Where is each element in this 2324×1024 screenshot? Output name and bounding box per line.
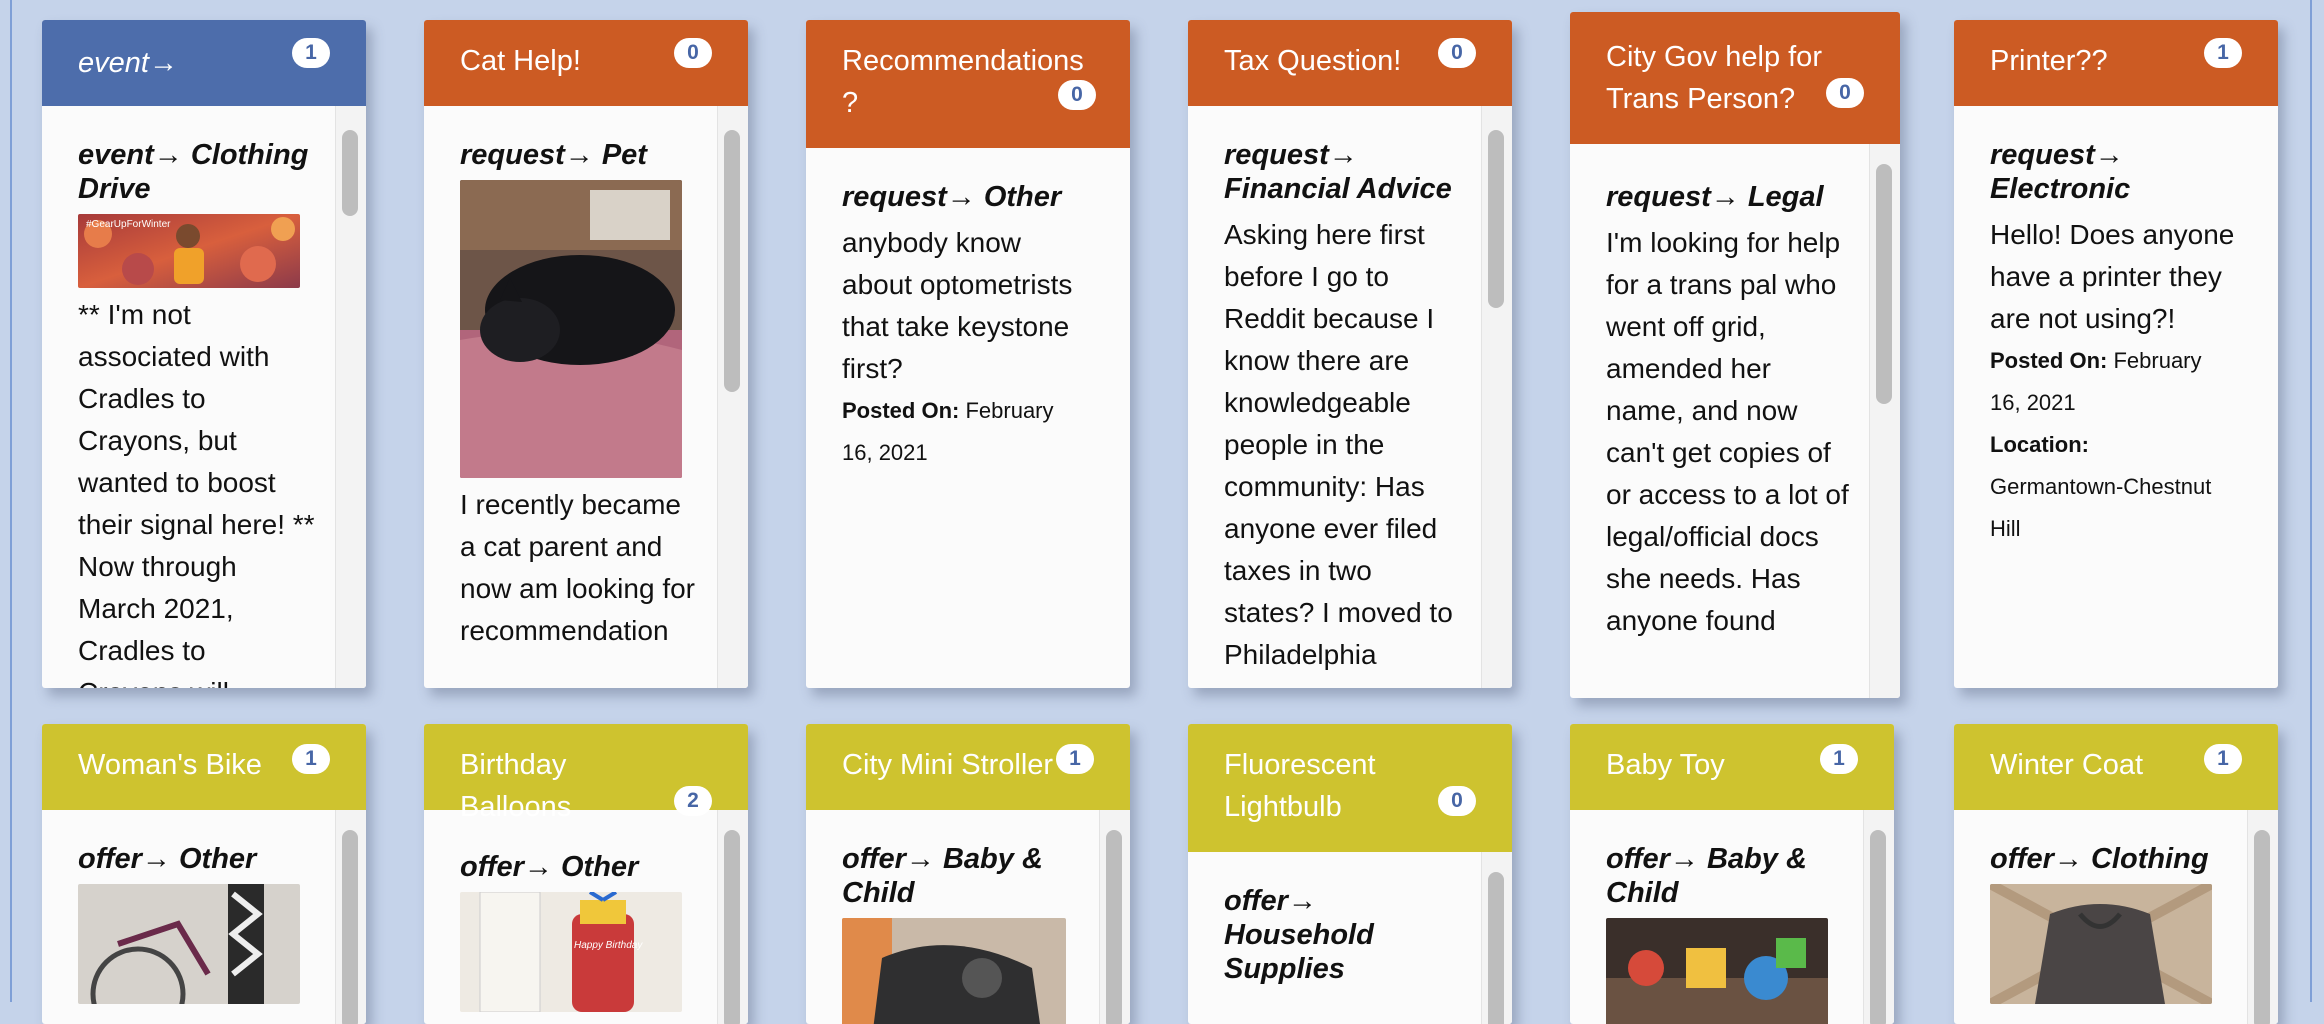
card-image[interactable]: Happy Birthday bbox=[460, 892, 682, 1012]
card-title: Birthday Balloons bbox=[460, 749, 572, 823]
response-count-badge: 1 bbox=[2204, 38, 2242, 68]
card-category: offer→ Baby & Child bbox=[1606, 843, 1807, 909]
card-description: I recently became a cat parent and now a… bbox=[460, 489, 696, 646]
response-count-badge: 1 bbox=[292, 38, 330, 68]
card-category: request→ Financial Advice bbox=[1224, 139, 1452, 205]
card-description: ** I'm not associated with Cradles to Cr… bbox=[78, 299, 315, 688]
card-title: Woman's Bike bbox=[78, 749, 262, 781]
card-title: Recommendations ? bbox=[842, 45, 1084, 119]
card-image[interactable] bbox=[1990, 884, 2212, 1004]
card-image[interactable]: #GearUpForWinter bbox=[78, 214, 300, 288]
card-category: request→ Electronic bbox=[1990, 139, 2131, 205]
post-card[interactable]: Printer?? 1 request→ Electronic Hello! D… bbox=[1954, 20, 2278, 688]
card-category: offer→ Household Supplies bbox=[1224, 885, 1374, 985]
scrollbar[interactable] bbox=[717, 810, 748, 1024]
post-card[interactable]: Woman's Bike 1 offer→ Other bbox=[42, 724, 366, 1024]
card-category: event→ Clothing Drive bbox=[78, 139, 309, 205]
response-count-badge: 0 bbox=[1438, 38, 1476, 68]
scrollbar[interactable] bbox=[2247, 810, 2278, 1024]
post-card[interactable]: City Mini Stroller 1 offer→ Baby & Child bbox=[806, 724, 1130, 1024]
card-image[interactable] bbox=[460, 180, 682, 478]
card-description: Asking here first before I go to Reddit … bbox=[1224, 219, 1453, 670]
response-count-badge: 2 bbox=[674, 786, 712, 816]
post-card[interactable]: Baby Toy 1 offer→ Baby & Child bbox=[1570, 724, 1894, 1024]
card-category: request→ Pet bbox=[460, 139, 647, 171]
card-title: Tax Question! bbox=[1224, 45, 1402, 77]
card-image[interactable] bbox=[1606, 918, 1828, 1024]
card-description: anybody know about optometrists that tak… bbox=[842, 227, 1073, 384]
response-count-badge: 1 bbox=[2204, 744, 2242, 774]
response-count-badge: 0 bbox=[1438, 786, 1476, 816]
card-category: offer→ Other bbox=[78, 843, 257, 875]
card-category: offer→ Other bbox=[460, 851, 639, 883]
scrollbar[interactable] bbox=[717, 106, 748, 688]
card-image[interactable] bbox=[78, 884, 300, 1004]
card-title: Winter Coat bbox=[1990, 749, 2144, 781]
card-title: event→ bbox=[78, 47, 178, 79]
card-title: Cat Help! bbox=[460, 45, 581, 77]
card-category: request→ Legal bbox=[1606, 181, 1824, 213]
location-value: Germantown-Chestnut Hill bbox=[1990, 474, 2212, 541]
scrollbar[interactable] bbox=[1863, 810, 1894, 1024]
scrollbar[interactable] bbox=[335, 810, 366, 1024]
card-image[interactable] bbox=[842, 918, 1066, 1024]
response-count-badge: 0 bbox=[674, 38, 712, 68]
post-card[interactable]: Cat Help! 0 request→ Pet I recently beca… bbox=[424, 20, 748, 688]
post-card[interactable]: Recommendations ? 0 request→ Other anybo… bbox=[806, 20, 1130, 688]
card-category: offer→ Clothing bbox=[1990, 843, 2209, 875]
card-title: Baby Toy bbox=[1606, 749, 1725, 781]
response-count-badge: 1 bbox=[292, 744, 330, 774]
card-category: offer→ Baby & Child bbox=[842, 843, 1043, 909]
image-caption: Happy Birthday bbox=[574, 940, 643, 951]
post-card[interactable]: Birthday Balloons 2 offer→ Other Happy B… bbox=[424, 724, 748, 1024]
scrollbar[interactable] bbox=[1481, 106, 1512, 688]
card-description: Hello! Does anyone have a printer they a… bbox=[1990, 219, 2235, 334]
card-title: Fluorescent Lightbulb bbox=[1224, 749, 1376, 823]
post-card[interactable]: event→ 1 event→ Clothing Drive #GearUpFo… bbox=[42, 20, 366, 688]
post-card[interactable]: Tax Question! 0 request→ Financial Advic… bbox=[1188, 20, 1512, 688]
card-description: I'm looking for help for a trans pal who… bbox=[1606, 227, 1849, 636]
scrollbar[interactable] bbox=[335, 106, 366, 688]
location-label: Location: bbox=[1990, 432, 2089, 457]
card-category: request→ Other bbox=[842, 181, 1062, 213]
card-title: City Gov help for Trans Person? bbox=[1606, 41, 1822, 115]
response-count-badge: 0 bbox=[1826, 78, 1864, 108]
response-count-badge: 1 bbox=[1056, 744, 1094, 774]
post-card[interactable]: Winter Coat 1 offer→ Clothing bbox=[1954, 724, 2278, 1024]
scrollbar[interactable] bbox=[1869, 144, 1900, 698]
image-caption: #GearUpForWinter bbox=[86, 219, 171, 230]
post-card[interactable]: Fluorescent Lightbulb 0 offer→ Household… bbox=[1188, 724, 1512, 1024]
card-title: Printer?? bbox=[1990, 45, 2108, 77]
response-count-badge: 1 bbox=[1820, 744, 1858, 774]
post-card[interactable]: City Gov help for Trans Person? 0 reques… bbox=[1570, 12, 1900, 698]
card-title: City Mini Stroller bbox=[842, 749, 1054, 781]
scrollbar[interactable] bbox=[1481, 852, 1512, 1024]
posted-on-label: Posted On: bbox=[1990, 348, 2108, 373]
response-count-badge: 0 bbox=[1058, 80, 1096, 110]
scrollbar[interactable] bbox=[1099, 810, 1130, 1024]
posted-on-label: Posted On: bbox=[842, 398, 960, 423]
